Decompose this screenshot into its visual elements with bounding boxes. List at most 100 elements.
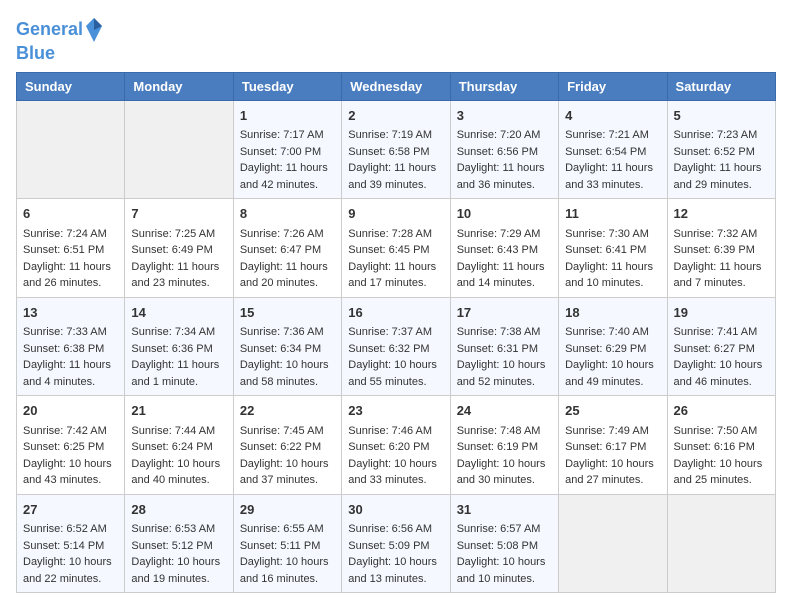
calendar-cell: 29Sunrise: 6:55 AMSunset: 5:11 PMDayligh… bbox=[233, 494, 341, 593]
page-header: General Blue bbox=[16, 16, 776, 64]
cell-content: Sunset: 6:54 PM bbox=[565, 144, 660, 161]
day-header-saturday: Saturday bbox=[667, 72, 775, 100]
cell-content: Sunset: 6:20 PM bbox=[348, 439, 443, 456]
cell-content: Sunset: 5:11 PM bbox=[240, 538, 335, 555]
day-number: 9 bbox=[348, 204, 443, 224]
cell-content: Sunrise: 7:37 AM bbox=[348, 324, 443, 341]
day-number: 21 bbox=[131, 401, 226, 421]
cell-content: Daylight: 11 hours and 42 minutes. bbox=[240, 160, 335, 193]
cell-content: Daylight: 10 hours and 49 minutes. bbox=[565, 357, 660, 390]
calendar-cell: 4Sunrise: 7:21 AMSunset: 6:54 PMDaylight… bbox=[559, 100, 667, 199]
calendar-cell: 22Sunrise: 7:45 AMSunset: 6:22 PMDayligh… bbox=[233, 396, 341, 495]
cell-content: Daylight: 10 hours and 13 minutes. bbox=[348, 554, 443, 587]
cell-content: Sunset: 5:14 PM bbox=[23, 538, 118, 555]
cell-content: Sunrise: 6:57 AM bbox=[457, 521, 552, 538]
calendar-cell: 6 Sunrise: 7:24 AMSunset: 6:51 PMDaylight… bbox=[17, 199, 125, 298]
cell-content: Daylight: 11 hours and 26 minutes. bbox=[23, 259, 118, 292]
calendar-week-4: 20Sunrise: 7:42 AMSunset: 6:25 PMDayligh… bbox=[17, 396, 776, 495]
cell-content: Sunset: 6:38 PM bbox=[23, 341, 118, 358]
day-header-friday: Friday bbox=[559, 72, 667, 100]
cell-content: Sunset: 6:45 PM bbox=[348, 242, 443, 259]
calendar-cell: 19Sunrise: 7:41 AMSunset: 6:27 PMDayligh… bbox=[667, 297, 775, 396]
day-number: 30 bbox=[348, 500, 443, 520]
cell-content: Sunrise: 6:52 AM bbox=[23, 521, 118, 538]
cell-content: Sunset: 6:16 PM bbox=[674, 439, 769, 456]
calendar-cell: 2Sunrise: 7:19 AMSunset: 6:58 PMDaylight… bbox=[342, 100, 450, 199]
calendar-cell bbox=[667, 494, 775, 593]
cell-content: Sunrise: 7:49 AM bbox=[565, 423, 660, 440]
day-number: 24 bbox=[457, 401, 552, 421]
cell-content: Sunset: 6:32 PM bbox=[348, 341, 443, 358]
cell-content: Sunrise: 7:23 AM bbox=[674, 127, 769, 144]
cell-content: Sunset: 6:47 PM bbox=[240, 242, 335, 259]
cell-content: Sunrise: 6:55 AM bbox=[240, 521, 335, 538]
calendar-cell: 7Sunrise: 7:25 AMSunset: 6:49 PMDaylight… bbox=[125, 199, 233, 298]
day-number: 14 bbox=[131, 303, 226, 323]
cell-content: Daylight: 10 hours and 30 minutes. bbox=[457, 456, 552, 489]
cell-content: Sunrise: 7:25 AM bbox=[131, 226, 226, 243]
cell-content: Sunset: 6:41 PM bbox=[565, 242, 660, 259]
calendar-cell bbox=[17, 100, 125, 199]
cell-content: Sunrise: 7:21 AM bbox=[565, 127, 660, 144]
calendar-week-5: 27Sunrise: 6:52 AMSunset: 5:14 PMDayligh… bbox=[17, 494, 776, 593]
cell-content: Sunset: 6:58 PM bbox=[348, 144, 443, 161]
day-header-tuesday: Tuesday bbox=[233, 72, 341, 100]
calendar-cell: 5Sunrise: 7:23 AMSunset: 6:52 PMDaylight… bbox=[667, 100, 775, 199]
cell-content: Sunrise: 7:32 AM bbox=[674, 226, 769, 243]
cell-content: Sunrise: 7:33 AM bbox=[23, 324, 118, 341]
cell-content: Sunrise: 7:34 AM bbox=[131, 324, 226, 341]
day-number: 5 bbox=[674, 106, 769, 126]
day-number: 8 bbox=[240, 204, 335, 224]
day-header-wednesday: Wednesday bbox=[342, 72, 450, 100]
day-number: 17 bbox=[457, 303, 552, 323]
cell-content: Daylight: 10 hours and 58 minutes. bbox=[240, 357, 335, 390]
day-number: 12 bbox=[674, 204, 769, 224]
calendar-cell: 9Sunrise: 7:28 AMSunset: 6:45 PMDaylight… bbox=[342, 199, 450, 298]
cell-content: Daylight: 10 hours and 40 minutes. bbox=[131, 456, 226, 489]
cell-content: Daylight: 11 hours and 29 minutes. bbox=[674, 160, 769, 193]
day-number: 28 bbox=[131, 500, 226, 520]
day-number: 4 bbox=[565, 106, 660, 126]
cell-content: Daylight: 11 hours and 14 minutes. bbox=[457, 259, 552, 292]
calendar-cell: 13Sunrise: 7:33 AMSunset: 6:38 PMDayligh… bbox=[17, 297, 125, 396]
cell-content: Sunset: 6:51 PM bbox=[23, 242, 118, 259]
cell-content: Sunset: 6:31 PM bbox=[457, 341, 552, 358]
day-number: 3 bbox=[457, 106, 552, 126]
calendar-cell: 26Sunrise: 7:50 AMSunset: 6:16 PMDayligh… bbox=[667, 396, 775, 495]
day-number: 10 bbox=[457, 204, 552, 224]
day-number: 6 bbox=[23, 204, 118, 224]
logo-text: General bbox=[16, 16, 105, 44]
calendar-cell: 12Sunrise: 7:32 AMSunset: 6:39 PMDayligh… bbox=[667, 199, 775, 298]
cell-content: Sunrise: 7:41 AM bbox=[674, 324, 769, 341]
cell-content: Daylight: 11 hours and 20 minutes. bbox=[240, 259, 335, 292]
cell-content: Sunrise: 7:44 AM bbox=[131, 423, 226, 440]
calendar-week-1: 1Sunrise: 7:17 AMSunset: 7:00 PMDaylight… bbox=[17, 100, 776, 199]
calendar-header: SundayMondayTuesdayWednesdayThursdayFrid… bbox=[17, 72, 776, 100]
cell-content: Daylight: 10 hours and 43 minutes. bbox=[23, 456, 118, 489]
cell-content: Daylight: 11 hours and 4 minutes. bbox=[23, 357, 118, 390]
calendar-cell: 21Sunrise: 7:44 AMSunset: 6:24 PMDayligh… bbox=[125, 396, 233, 495]
cell-content: Sunrise: 7:19 AM bbox=[348, 127, 443, 144]
cell-content: Sunrise: 7:42 AM bbox=[23, 423, 118, 440]
day-number: 27 bbox=[23, 500, 118, 520]
cell-content: Sunset: 6:19 PM bbox=[457, 439, 552, 456]
cell-content: Sunrise: 7:28 AM bbox=[348, 226, 443, 243]
day-number: 15 bbox=[240, 303, 335, 323]
day-number: 16 bbox=[348, 303, 443, 323]
cell-content: Daylight: 11 hours and 33 minutes. bbox=[565, 160, 660, 193]
day-header-thursday: Thursday bbox=[450, 72, 558, 100]
cell-content: Daylight: 11 hours and 10 minutes. bbox=[565, 259, 660, 292]
calendar-cell: 23Sunrise: 7:46 AMSunset: 6:20 PMDayligh… bbox=[342, 396, 450, 495]
cell-content: Sunset: 6:49 PM bbox=[131, 242, 226, 259]
cell-content: Sunrise: 7:26 AM bbox=[240, 226, 335, 243]
cell-content: Sunrise: 7:17 AM bbox=[240, 127, 335, 144]
cell-content: Sunrise: 7:24 AM bbox=[23, 226, 118, 243]
cell-content: Sunset: 6:34 PM bbox=[240, 341, 335, 358]
cell-content: Daylight: 10 hours and 22 minutes. bbox=[23, 554, 118, 587]
day-number: 1 bbox=[240, 106, 335, 126]
calendar-cell: 28Sunrise: 6:53 AMSunset: 5:12 PMDayligh… bbox=[125, 494, 233, 593]
day-number: 7 bbox=[131, 204, 226, 224]
cell-content: Sunrise: 7:50 AM bbox=[674, 423, 769, 440]
calendar-cell: 20Sunrise: 7:42 AMSunset: 6:25 PMDayligh… bbox=[17, 396, 125, 495]
day-number: 19 bbox=[674, 303, 769, 323]
